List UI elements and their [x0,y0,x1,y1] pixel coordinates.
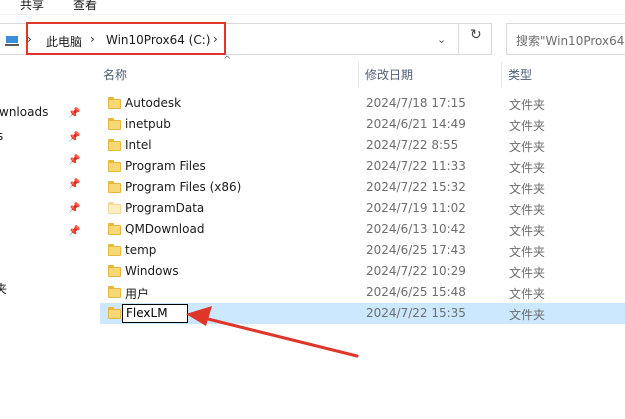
annotation-arrow [186,306,359,358]
